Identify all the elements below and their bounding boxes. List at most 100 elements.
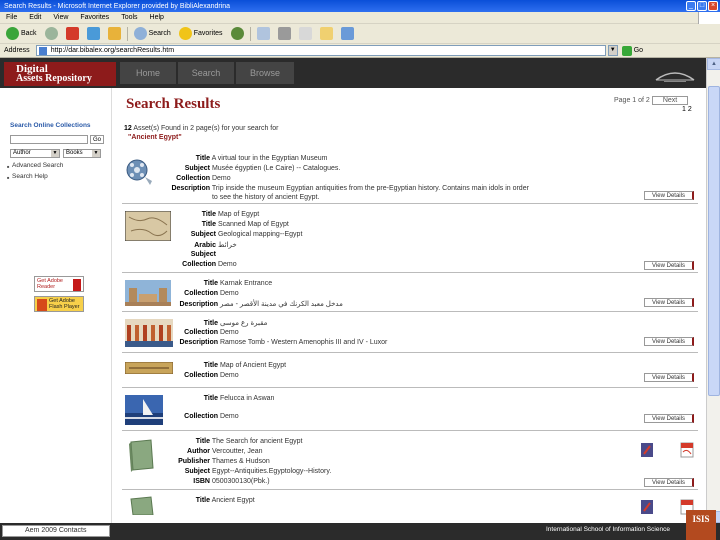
- video-reel-icon: [126, 159, 152, 185]
- result-item: Title مقبرة رع موسى Collection Demo Desc…: [122, 313, 698, 353]
- folder-button[interactable]: [318, 26, 335, 42]
- result-field: Title Map of Egypt: [201, 211, 260, 218]
- address-input[interactable]: http://dar.bibalex.org/searchResults.htm: [35, 45, 606, 56]
- window-titlebar: Search Results - Microsoft Internet Expl…: [0, 0, 720, 12]
- vertical-scrollbar[interactable]: ▲ ▼: [706, 58, 720, 523]
- menu-help[interactable]: Help: [150, 14, 164, 21]
- menu-tools[interactable]: Tools: [121, 14, 137, 21]
- dar-logo[interactable]: Digital Assets Repository: [4, 62, 116, 86]
- view-details-button[interactable]: View Details: [644, 478, 694, 487]
- home-button[interactable]: [106, 26, 123, 42]
- search-collections-title: Search Online Collections: [10, 122, 91, 129]
- flash-file-icon[interactable]: [640, 499, 654, 515]
- refresh-icon: [86, 27, 100, 40]
- view-details-button[interactable]: View Details: [644, 191, 694, 200]
- nav-home[interactable]: Home: [120, 62, 176, 84]
- browser-toolbar: Back Search Favorites: [0, 24, 720, 44]
- address-dropdown[interactable]: ▼: [607, 45, 618, 56]
- result-field: Collection Demo: [182, 261, 237, 268]
- go-button[interactable]: Go: [621, 45, 643, 56]
- view-details-button[interactable]: View Details: [644, 261, 694, 270]
- search-query: "Ancient Egypt": [128, 134, 182, 141]
- result-item: Title Map of Ancient Egypt Collection De…: [122, 354, 698, 388]
- copyright-contacts[interactable]: Aem 2009 Contacts: [2, 525, 110, 537]
- result-field: Collection Demo: [176, 175, 231, 182]
- edit-button[interactable]: [297, 26, 314, 42]
- map-thumbnail[interactable]: [125, 211, 171, 241]
- search-help-link[interactable]: Search Help: [7, 173, 48, 180]
- collection-select[interactable]: Books ▼: [63, 149, 101, 158]
- search-input[interactable]: [10, 135, 88, 144]
- scroll-up-button[interactable]: ▲: [707, 58, 720, 70]
- next-page-button[interactable]: Next: [651, 96, 689, 105]
- get-adobe-reader-badge[interactable]: Get Adobe Reader: [34, 276, 84, 292]
- messenger-icon: [340, 27, 354, 40]
- view-details-button[interactable]: View Details: [644, 373, 694, 382]
- result-item: Title The Search for ancient Egypt Autho…: [122, 432, 698, 490]
- back-button[interactable]: Back: [4, 26, 39, 42]
- pdf-file-icon[interactable]: [680, 442, 694, 458]
- page-icon: [38, 47, 47, 55]
- results-summary: 12 Asset(s) Found in 2 page(s) for your …: [124, 125, 279, 132]
- book-icon[interactable]: [125, 438, 157, 472]
- mail-button[interactable]: [255, 26, 272, 42]
- view-details-button[interactable]: View Details: [644, 298, 694, 307]
- result-item: Title Karnak Entrance Collection Demo De…: [122, 274, 698, 312]
- flash-player-icon: [37, 299, 47, 311]
- result-item: Title Map of Egypt Title Scanned Map of …: [122, 205, 698, 273]
- book-icon[interactable]: [125, 495, 157, 515]
- results-count: 12: [124, 125, 132, 132]
- folder-icon: [319, 27, 333, 40]
- view-details-button[interactable]: View Details: [644, 414, 694, 423]
- windows-logo-icon: [698, 12, 720, 24]
- favorites-button[interactable]: Favorites: [177, 26, 225, 42]
- nav-search[interactable]: Search: [178, 62, 234, 84]
- karnak-photo-thumbnail[interactable]: [125, 280, 171, 306]
- forward-button[interactable]: [43, 26, 60, 42]
- tomb-relief-thumbnail[interactable]: [125, 319, 173, 347]
- refresh-button[interactable]: [85, 26, 102, 42]
- view-details-button[interactable]: View Details: [644, 337, 694, 346]
- flash-file-icon[interactable]: [640, 442, 654, 458]
- history-button[interactable]: [229, 26, 246, 42]
- address-label: Address: [4, 47, 30, 54]
- ancient-map-thumbnail[interactable]: [125, 362, 173, 374]
- search-field-select[interactable]: Author ▼: [10, 149, 60, 158]
- maximize-button[interactable]: □: [697, 1, 707, 11]
- advanced-search-link[interactable]: Advanced Search: [7, 162, 63, 169]
- address-bar: Address http://dar.bibalex.org/searchRes…: [0, 44, 720, 58]
- result-field: ISBN 0500300130(Pbk.): [193, 478, 270, 485]
- menu-view[interactable]: View: [53, 14, 68, 21]
- edit-icon: [298, 27, 312, 40]
- isis-logo[interactable]: ISIS: [686, 510, 716, 540]
- back-arrow-icon: [6, 27, 19, 40]
- print-button[interactable]: [276, 26, 293, 42]
- scroll-thumb[interactable]: [708, 86, 720, 396]
- menu-favorites[interactable]: Favorites: [80, 14, 109, 21]
- search-button[interactable]: Search: [132, 26, 173, 42]
- minimize-button[interactable]: _: [686, 1, 696, 11]
- page-number-links[interactable]: 1 2: [682, 106, 692, 113]
- stop-button[interactable]: [64, 26, 81, 42]
- get-flash-player-badge[interactable]: Get Adobe Flash Player: [34, 296, 84, 312]
- messenger-button[interactable]: [339, 26, 356, 42]
- result-field: Title Felucca in Aswan: [203, 395, 275, 402]
- bibalex-logo-icon: [655, 72, 695, 82]
- search-go-button[interactable]: Go: [90, 135, 104, 144]
- result-field: Description Trip inside the museum Egypt…: [171, 185, 529, 192]
- result-field: Collection Demo: [184, 290, 239, 297]
- result-field: Title The Search for ancient Egypt: [195, 438, 303, 445]
- star-icon: [178, 27, 192, 40]
- result-field: Subject Geological mapping--Egypt: [190, 231, 303, 238]
- close-window-button[interactable]: ×: [708, 1, 718, 11]
- menu-edit[interactable]: Edit: [29, 14, 41, 21]
- result-field: Subject: [190, 251, 216, 258]
- felucca-photo-thumbnail[interactable]: [125, 395, 163, 425]
- result-field: Title Map of Ancient Egypt: [203, 362, 287, 369]
- result-field: Subject Musée égyptien (Le Caire) -- Cat…: [184, 165, 341, 172]
- menu-file[interactable]: File: [6, 14, 17, 21]
- result-field: to see the history of ancient Egypt.: [211, 194, 320, 201]
- page-title: Search Results: [126, 96, 221, 112]
- result-field: Arabic خرائط: [194, 242, 237, 249]
- nav-browse[interactable]: Browse: [236, 62, 294, 84]
